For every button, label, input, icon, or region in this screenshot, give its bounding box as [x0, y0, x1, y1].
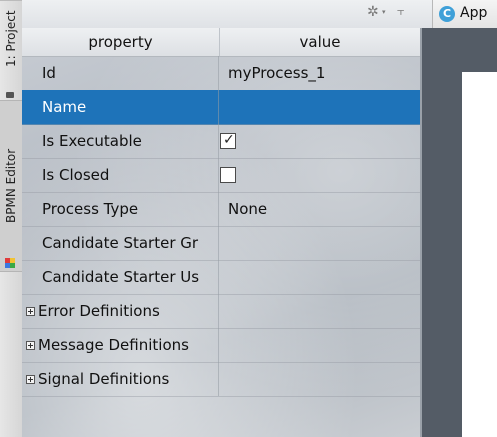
check-icon: ✓: [223, 132, 235, 148]
property-name: Candidate Starter Us: [22, 260, 219, 294]
property-row-is-executable[interactable]: Is Executable ✓: [22, 124, 420, 159]
property-name: Error Definitions: [38, 302, 160, 320]
candidate-starter-users-field[interactable]: [220, 260, 420, 294]
diagram-canvas[interactable]: [422, 28, 497, 437]
property-row-signal-definitions[interactable]: Signal Definitions: [22, 362, 420, 397]
id-value-field[interactable]: myProcess_1: [220, 56, 420, 90]
property-row-is-closed[interactable]: Is Closed: [22, 158, 420, 193]
property-group-label: Error Definitions: [22, 294, 219, 328]
property-row-message-definitions[interactable]: Message Definitions: [22, 328, 420, 363]
pin-icon[interactable]: [6, 92, 14, 98]
property-row-process-type[interactable]: Process Type None: [22, 192, 420, 227]
process-type-select[interactable]: None: [220, 192, 420, 226]
property-row-id[interactable]: Id myProcess_1: [22, 56, 420, 91]
is-executable-value: ✓: [220, 124, 420, 158]
error-definitions-value[interactable]: [220, 294, 420, 328]
candidate-starter-groups-field[interactable]: [220, 226, 420, 260]
expand-icon[interactable]: [26, 341, 35, 350]
property-column-header[interactable]: property: [22, 28, 220, 56]
name-value-field[interactable]: [220, 90, 420, 124]
toolbar: ✲ ▾ ⫟ C App: [22, 0, 497, 28]
editor-tab-label: App: [460, 5, 488, 21]
chevron-down-icon[interactable]: ▾: [382, 8, 386, 16]
is-closed-checkbox[interactable]: [220, 167, 236, 183]
property-name: Id: [22, 56, 219, 90]
property-name: Signal Definitions: [38, 370, 170, 388]
project-tool-tab[interactable]: 1: Project: [0, 0, 22, 77]
properties-header: property value: [22, 28, 420, 57]
property-row-error-definitions[interactable]: Error Definitions: [22, 294, 420, 329]
expand-icon[interactable]: [26, 307, 35, 316]
property-name: Process Type: [22, 192, 219, 226]
property-name: Message Definitions: [38, 336, 189, 354]
is-closed-value: [220, 158, 420, 192]
diagram-page[interactable]: [462, 72, 497, 437]
hide-panel-icon[interactable]: ⫟: [397, 4, 405, 19]
expand-icon[interactable]: [26, 375, 35, 384]
property-row-candidate-starter-groups[interactable]: Candidate Starter Gr: [22, 226, 420, 261]
property-name: Name: [22, 90, 219, 124]
class-icon: C: [439, 6, 455, 22]
is-executable-checkbox[interactable]: ✓: [220, 132, 236, 149]
property-name: Is Closed: [22, 158, 219, 192]
property-row-name[interactable]: Name: [22, 90, 420, 125]
properties-panel: property value Id myProcess_1 Name Is Ex…: [22, 28, 420, 437]
editor-tab-app[interactable]: C App: [432, 0, 497, 28]
property-group-label: Signal Definitions: [22, 362, 219, 396]
property-name: Candidate Starter Gr: [22, 226, 219, 260]
bpmn-editor-tool-tab[interactable]: BPMN Editor: [0, 100, 22, 272]
signal-definitions-value[interactable]: [220, 362, 420, 396]
gear-icon[interactable]: ✲: [367, 5, 381, 19]
property-row-candidate-starter-users[interactable]: Candidate Starter Us: [22, 260, 420, 295]
message-definitions-value[interactable]: [220, 328, 420, 362]
value-column-header[interactable]: value: [220, 28, 420, 56]
property-group-label: Message Definitions: [22, 328, 219, 362]
left-tool-strip: 1: Project BPMN Editor: [0, 0, 23, 437]
bpmn-icon: [5, 258, 15, 268]
property-name: Is Executable: [22, 124, 219, 158]
